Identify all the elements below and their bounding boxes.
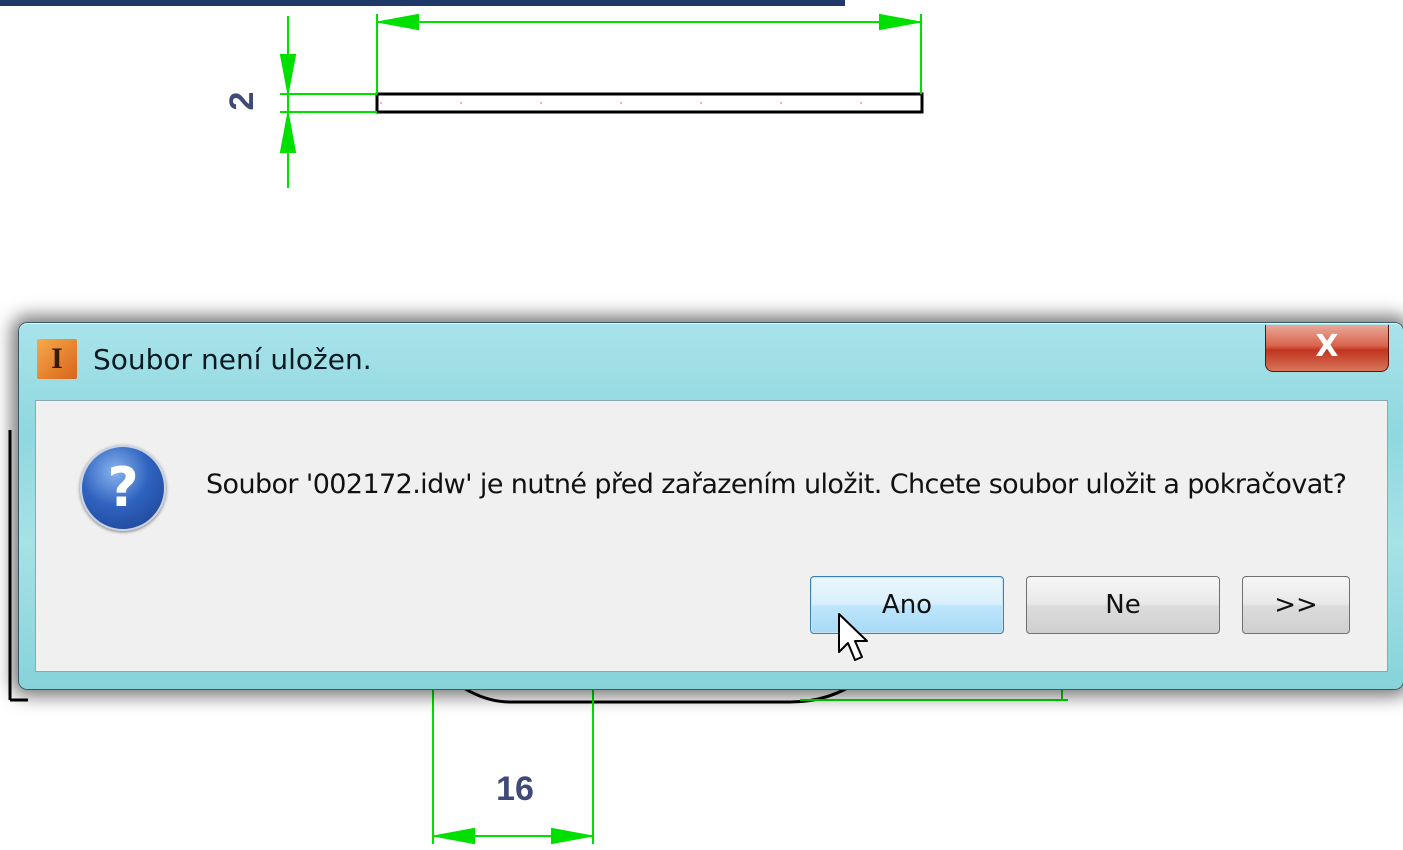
bottom-dimension [432,688,594,845]
mouse-cursor-icon [838,613,868,661]
dimension-label-16: 16 [496,770,534,808]
save-prompt-dialog: I Soubor není uložen. X ? Soubor '002172… [18,322,1403,690]
thickness-dimension [279,16,377,188]
inventor-app-icon: I [37,339,77,379]
dialog-titlebar[interactable]: I Soubor není uložen. X [19,323,1403,397]
close-icon: X [1315,329,1339,364]
close-button[interactable]: X [1265,325,1389,372]
dialog-content: ? Soubor '002172.idw' je nutné před zařa… [35,400,1388,672]
dialog-message: Soubor '002172.idw' je nutné před zařaze… [206,469,1347,500]
dialog-title: Soubor není uložen. [93,343,372,376]
width-dimension [376,13,922,94]
top-window-bar [0,0,845,6]
more-button[interactable]: >> [1242,576,1350,634]
part-outline [375,92,924,114]
dimension-label-thickness: 2 [223,91,261,111]
question-icon: ? [80,445,166,531]
no-button[interactable]: Ne [1026,576,1220,634]
